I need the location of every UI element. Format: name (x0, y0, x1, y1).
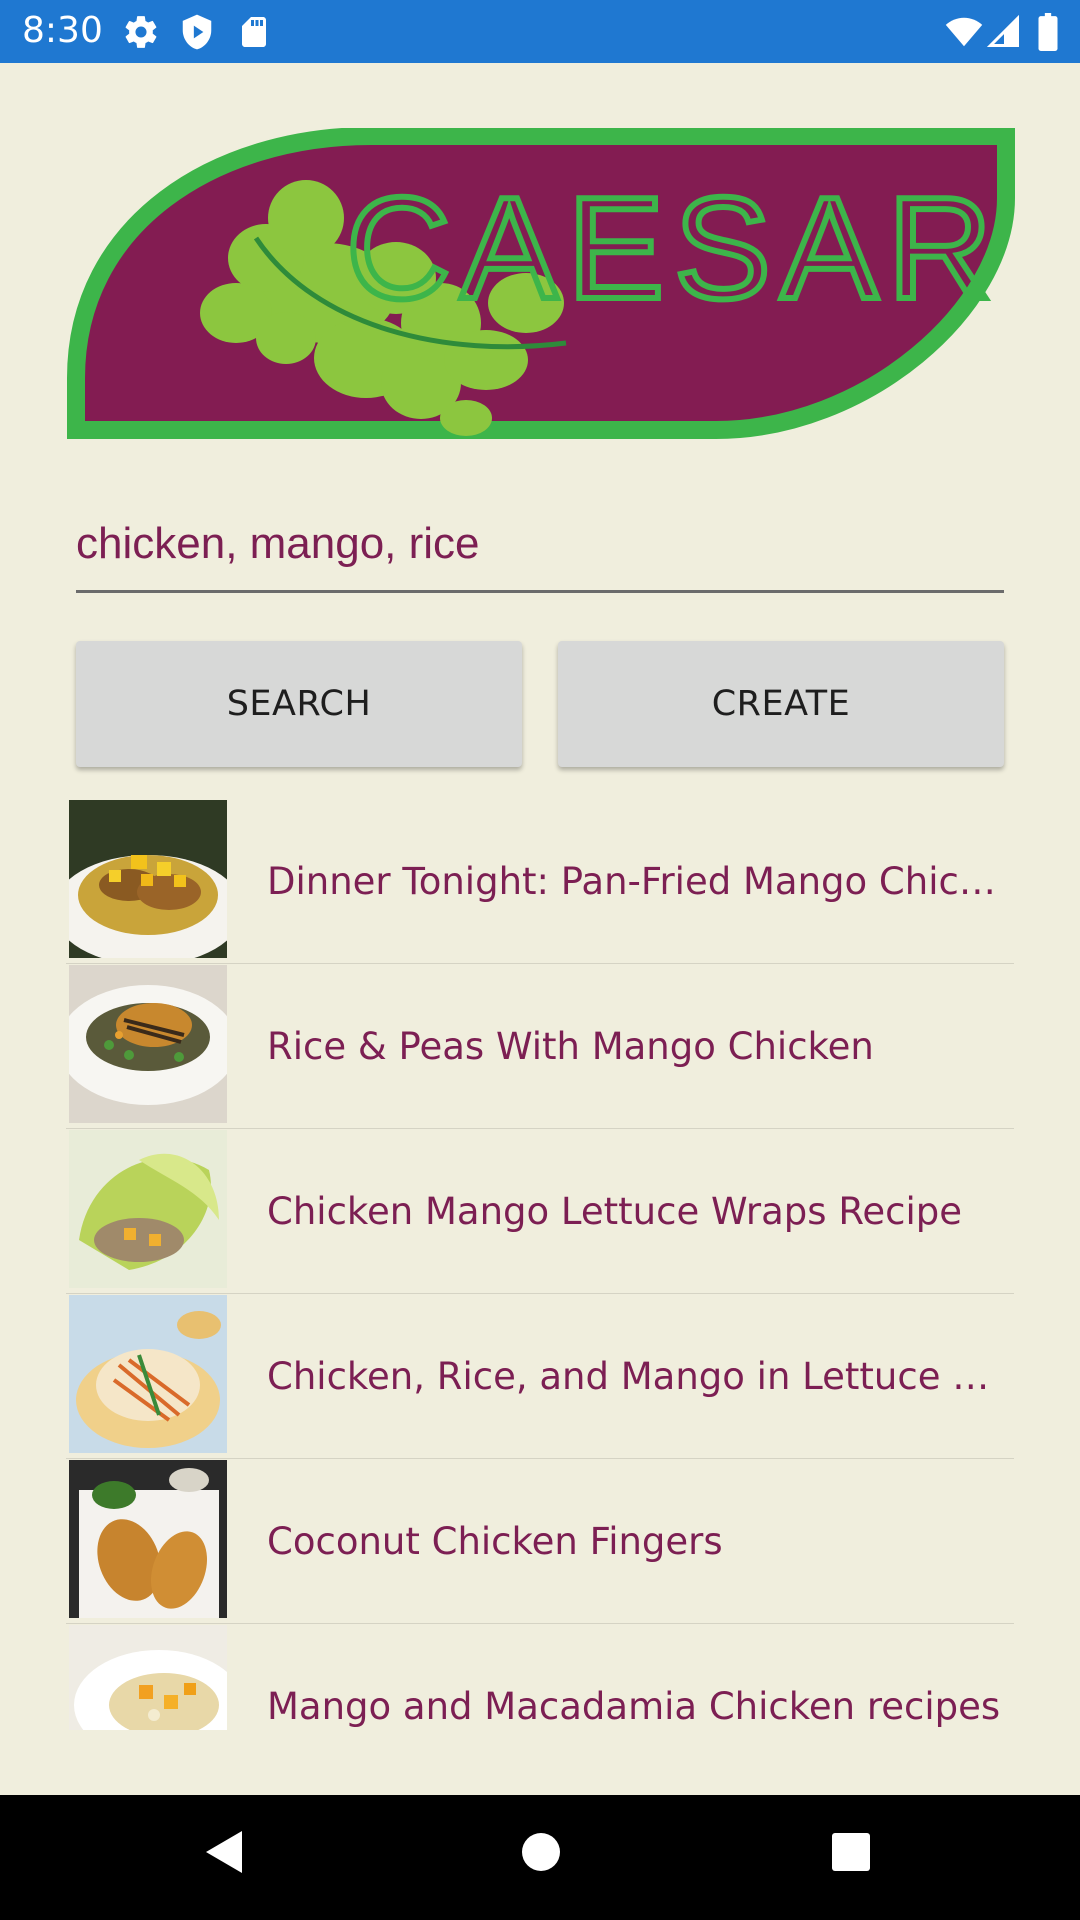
recents-icon[interactable] (830, 1829, 872, 1880)
shield-play-icon (178, 13, 216, 56)
wifi-icon (944, 13, 984, 56)
recipe-thumbnail (69, 1295, 227, 1453)
create-button-label: CREATE (711, 684, 851, 724)
recipe-title: Mango and Macadamia Chicken recipes (267, 1685, 1001, 1728)
cellular-signal-icon (986, 13, 1022, 56)
caesar-logo: CAESAR (66, 127, 1016, 440)
recipe-thumbnail (69, 1460, 227, 1618)
recipe-thumbnail (69, 1130, 227, 1288)
gear-icon (122, 13, 160, 56)
recipe-list-item[interactable]: Chicken, Rice, and Mango in Lettuce Wrap… (66, 1294, 1014, 1459)
search-button-label: SEARCH (226, 684, 372, 724)
recipe-thumbnail (69, 965, 227, 1123)
recipe-thumbnail (69, 800, 227, 958)
recipe-title: Coconut Chicken Fingers (267, 1520, 723, 1563)
recipe-list-item[interactable]: Dinner Tonight: Pan-Fried Mango Chicken … (66, 799, 1014, 964)
status-time: 8:30 (22, 10, 103, 51)
recipe-title: Chicken, Rice, and Mango in Lettuce Wrap… (267, 1355, 1007, 1398)
recipe-title: Chicken Mango Lettuce Wraps Recipe (267, 1190, 962, 1233)
logo-text: CAESAR (346, 167, 1002, 329)
recipe-list-item[interactable]: Chicken Mango Lettuce Wraps Recipe (66, 1129, 1014, 1294)
home-icon[interactable] (520, 1829, 562, 1880)
recipe-title: Dinner Tonight: Pan-Fried Mango Chicken … (267, 860, 1007, 903)
navigation-bar (0, 1795, 1080, 1920)
recipe-thumbnail (69, 1625, 227, 1730)
recipe-list-item[interactable]: Rice & Peas With Mango Chicken (66, 964, 1014, 1129)
recipe-list-item[interactable]: Coconut Chicken Fingers (66, 1459, 1014, 1624)
battery-icon (1036, 13, 1060, 56)
recipe-results-list: Dinner Tonight: Pan-Fried Mango Chicken … (66, 799, 1014, 1754)
recipe-title: Rice & Peas With Mango Chicken (267, 1025, 874, 1068)
create-button[interactable]: CREATE (558, 641, 1004, 767)
status-bar: 8:30 (0, 0, 1080, 63)
recipe-list-item[interactable]: Mango and Macadamia Chicken recipes (66, 1624, 1014, 1754)
ingredients-search-input[interactable] (76, 498, 1004, 593)
back-icon[interactable] (204, 1829, 244, 1880)
sd-card-icon (236, 13, 272, 56)
search-button[interactable]: SEARCH (76, 641, 522, 767)
